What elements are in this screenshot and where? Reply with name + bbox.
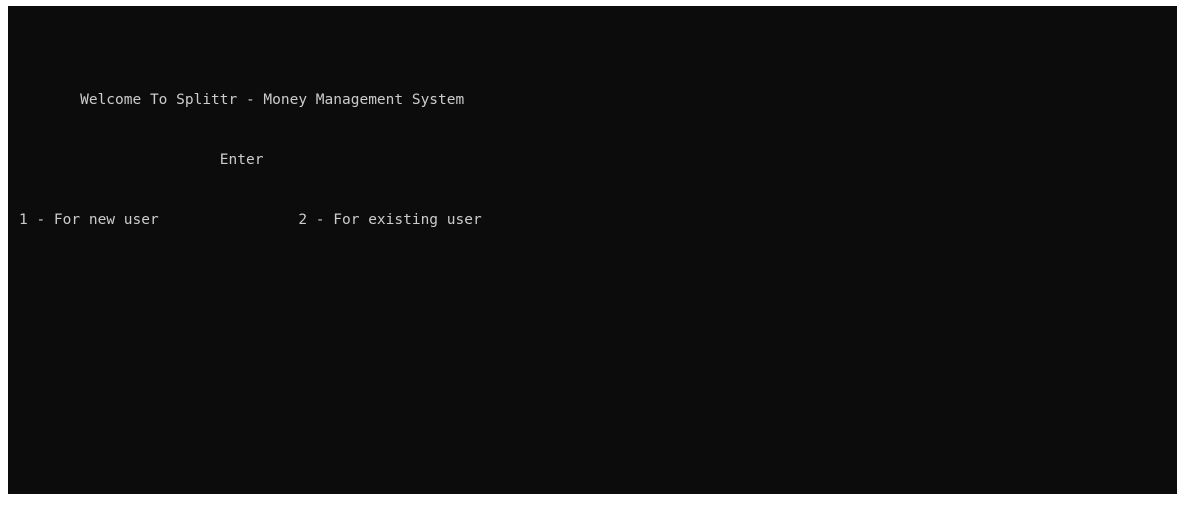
console-output: Welcome To Splittr - Money Management Sy… <box>19 50 482 270</box>
welcome-title-line: Welcome To Splittr - Money Management Sy… <box>19 92 465 108</box>
enter-prompt-line: Enter <box>19 152 264 168</box>
console-window[interactable]: Welcome To Splittr - Money Management Sy… <box>8 6 1177 494</box>
menu-options-line: 1 - For new user 2 - For existing user <box>19 212 482 228</box>
